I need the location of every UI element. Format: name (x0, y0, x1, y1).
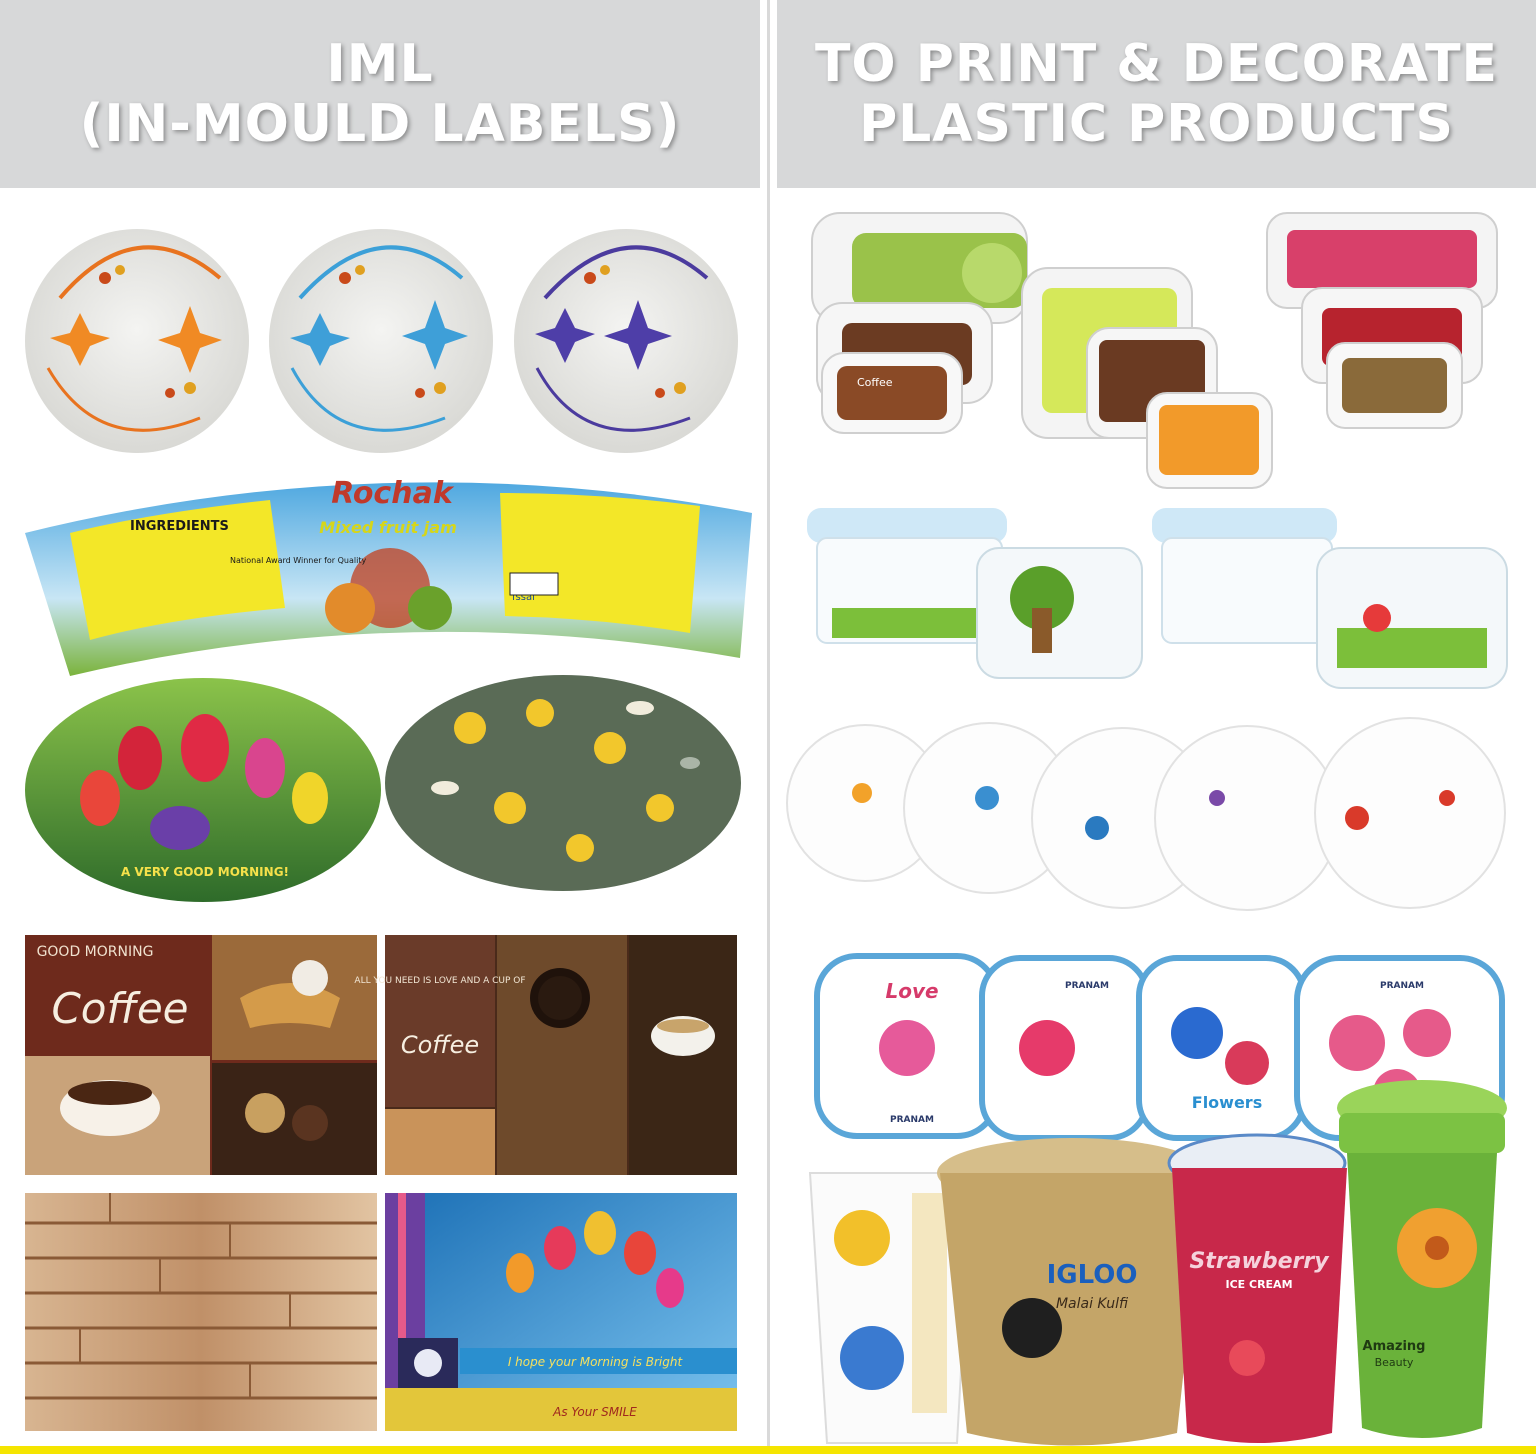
bowl-flowers-text: Flowers (1192, 1093, 1262, 1112)
tray-coffee-text: Coffee (857, 376, 893, 389)
coffee-label-1-title: GOOD MORNING (37, 944, 154, 960)
dinner-plates-row (786, 717, 1506, 911)
panel-divider (760, 0, 777, 1454)
rochak-tag: Mixed fruit jam (319, 518, 457, 537)
iml-labels-gallery: Rochak Mixed fruit jam INGREDIENTS Natio… (25, 229, 752, 1431)
plate-label-orange (25, 229, 249, 453)
plate-label-blue (269, 229, 493, 453)
barcode (509, 572, 559, 596)
iml-header: IML (IN-MOULD LABELS) (0, 0, 760, 188)
jar-beauty-text: Beauty (1375, 1356, 1414, 1369)
tulip-oval-label: A VERY GOOD MORNING! (25, 678, 381, 902)
bottom-accent-bar (0, 1446, 1536, 1454)
plastic-products-panel: TO PRINT & DECORATE PLASTIC PRODUCTS Cof… (777, 0, 1536, 1454)
bowl-pranam-text-1: PRANAM (890, 1115, 934, 1125)
tray-set-left: Coffee (811, 212, 1028, 434)
strawberry-ice-cream-tub: Strawberry ICE CREAM (1167, 1133, 1347, 1443)
plate-label-purple (514, 229, 738, 453)
igloo-sub: Malai Kulfi (1056, 1296, 1128, 1312)
yellow-flower-oval-label (385, 675, 741, 891)
iml-subtitle: (IN-MOULD LABELS) (79, 94, 681, 154)
ingredients-heading: INGREDIENTS (130, 519, 229, 534)
rochak-brand: Rochak (331, 476, 455, 511)
coffee-label-2-word: Coffee (401, 1031, 479, 1059)
iml-title: IML (326, 34, 434, 94)
wood-texture-label (25, 1193, 377, 1431)
bowl-pranam-text-3: PRANAM (1380, 981, 1424, 991)
good-morning-tagline: A VERY GOOD MORNING! (121, 865, 289, 879)
jar-amazing-text: Amazing (1363, 1339, 1426, 1354)
coffee-label-2-title: ALL YOU NEED IS LOVE AND A CUP OF (354, 976, 525, 986)
products-header: TO PRINT & DECORATE PLASTIC PRODUCTS (777, 0, 1536, 188)
tray-set-middle (1021, 267, 1273, 489)
coffee-label-2: ALL YOU NEED IS LOVE AND A CUP OF Coffee (354, 935, 737, 1175)
tray-set-right (1266, 212, 1498, 429)
igloo-ice-cream-tub: IGLOO Malai Kulfi (937, 1138, 1207, 1446)
bowl-pranam-text-2: PRANAM (1065, 981, 1109, 991)
green-decorated-jar: Amazing Beauty (1337, 1080, 1507, 1438)
products-gallery: Coffee Love PRANAM PRANAM Flowers PRANAM… (786, 212, 1508, 1446)
rochak-jam-label: Rochak Mixed fruit jam INGREDIENTS Natio… (25, 476, 752, 676)
award-text: National Award Winner for Quality (230, 556, 366, 565)
products-subtitle: PLASTIC PRODUCTS (859, 94, 1454, 154)
bowl-love-text: Love (885, 979, 938, 1003)
tulip-bouquet-label: I hope your Morning is Bright As Your SM… (385, 1193, 737, 1431)
morning-message: I hope your Morning is Bright (508, 1355, 684, 1369)
ice-cream-label: ICE CREAM (1225, 1278, 1292, 1291)
iml-panel: IML (IN-MOULD LABELS) Rochak Mixed fruit… (0, 0, 760, 1454)
coffee-label-1: GOOD MORNING Coffee (25, 935, 377, 1175)
kids-container-set (807, 508, 1508, 689)
smile-message: As Your SMILE (552, 1405, 637, 1419)
products-title: TO PRINT & DECORATE (814, 34, 1499, 94)
coffee-label-1-word: Coffee (51, 984, 188, 1033)
igloo-logo: IGLOO (1047, 1260, 1138, 1290)
strawberry-label: Strawberry (1189, 1249, 1330, 1274)
